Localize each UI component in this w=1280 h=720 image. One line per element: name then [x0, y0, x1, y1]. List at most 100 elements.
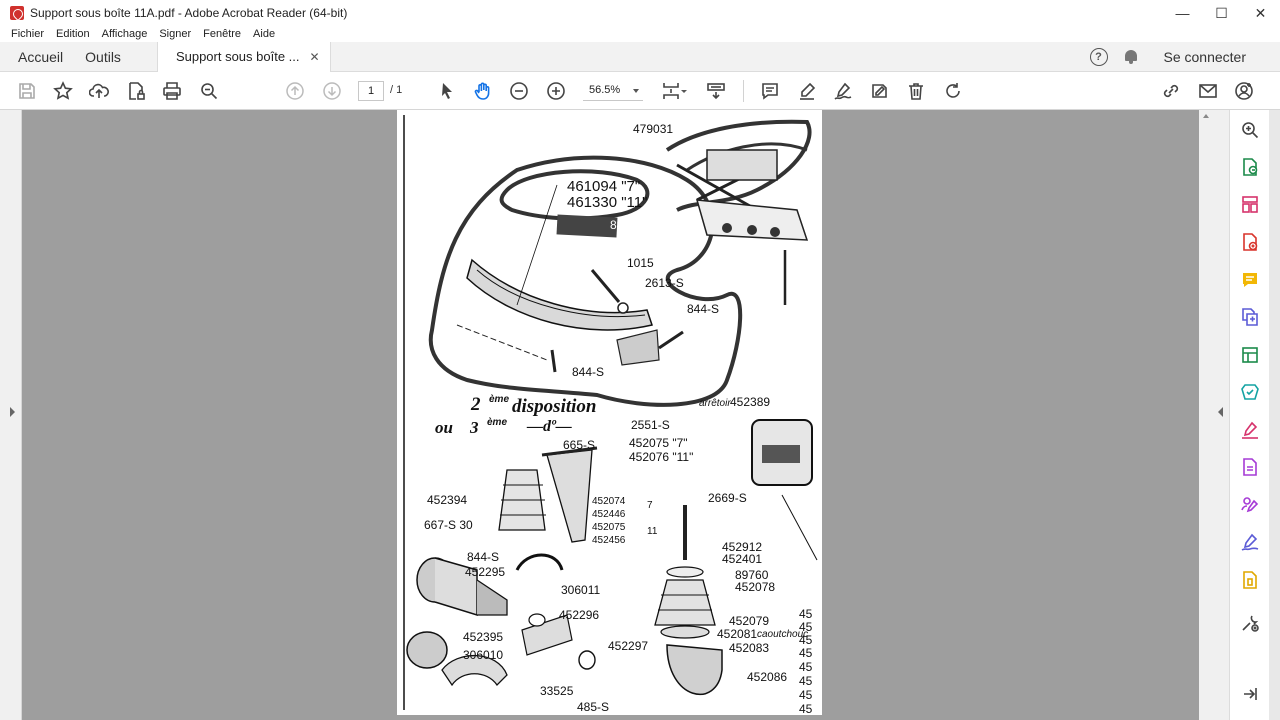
part-label: 452078 — [735, 580, 776, 594]
part-label: 45 — [799, 633, 813, 647]
tools-sidebar — [1229, 110, 1269, 720]
sign-pen-icon[interactable] — [1239, 531, 1261, 553]
page-up-icon[interactable] — [284, 80, 306, 102]
combine-files-icon[interactable] — [1239, 306, 1261, 328]
part-label: 45 — [799, 674, 813, 688]
toolbar: 1 / 1 56.5% — [0, 72, 1280, 110]
disposition-ou: ou — [435, 418, 453, 437]
zoom-in-icon[interactable] — [545, 80, 567, 102]
edit-pdf-icon[interactable] — [1239, 344, 1261, 366]
minimize-button[interactable]: — — [1163, 0, 1202, 26]
part-label: 461094 "7" — [567, 178, 641, 195]
page-down-icon[interactable] — [321, 80, 343, 102]
collapse-right-panel-icon — [1218, 407, 1223, 417]
part-label: 45 — [799, 688, 813, 702]
menu-fichier[interactable]: Fichier — [11, 28, 44, 40]
tab-tools[interactable]: Outils — [85, 49, 121, 65]
part-label: 452081 — [717, 627, 758, 641]
disposition-ditto: —dº— — [527, 418, 572, 435]
compress-icon[interactable] — [1239, 569, 1261, 591]
disposition-superscript: ème — [487, 417, 508, 428]
menu-fenetre[interactable]: Fenêtre — [203, 28, 241, 40]
print-icon[interactable] — [161, 80, 183, 102]
request-sign-icon[interactable] — [1239, 494, 1261, 516]
zoom-level-value: 56.5% — [589, 84, 621, 96]
add-user-icon[interactable] — [1233, 80, 1255, 102]
fill-sign-icon[interactable] — [869, 80, 891, 102]
part-label: 452086 — [747, 670, 788, 684]
help-icon[interactable]: ? — [1089, 48, 1108, 66]
tools-icon[interactable] — [1239, 612, 1261, 634]
part-label: 33525 — [540, 684, 574, 698]
email-icon[interactable] — [1197, 80, 1219, 102]
part-label: 7 — [647, 500, 653, 511]
part-label: 1015 — [627, 256, 654, 270]
collapse-icon[interactable] — [1239, 683, 1261, 705]
part-label: 452456 — [592, 535, 626, 546]
close-tab-icon[interactable]: ✕ — [310, 50, 320, 64]
background-window-scrollbar — [1269, 110, 1280, 720]
scroll-mode-icon[interactable] — [705, 80, 727, 102]
page-number-input[interactable]: 1 — [358, 81, 384, 101]
signin-button[interactable]: Se connecter — [1164, 49, 1247, 65]
part-label: 88850 — [610, 218, 644, 232]
menu-affichage[interactable]: Affichage — [102, 28, 148, 40]
delete-icon[interactable] — [905, 80, 927, 102]
hand-icon[interactable] — [472, 80, 494, 102]
window-title: Support sous boîte 11A.pdf - Adobe Acrob… — [30, 6, 348, 20]
part-label: 452083 — [729, 641, 770, 655]
notification-bell-icon[interactable] — [1124, 49, 1138, 65]
zoom-search-icon[interactable] — [198, 80, 220, 102]
scan-icon[interactable] — [1239, 381, 1261, 403]
upload-icon[interactable] — [88, 80, 110, 102]
export-pdf-icon[interactable] — [1239, 156, 1261, 178]
select-arrow-icon[interactable] — [436, 80, 458, 102]
part-label: 452389 — [730, 395, 771, 409]
vertical-scrollbar[interactable] — [1199, 110, 1213, 720]
title-bar: Support sous boîte 11A.pdf - Adobe Acrob… — [0, 0, 1280, 26]
part-label: 11 — [647, 526, 658, 537]
part-label: 45 — [799, 620, 813, 634]
part-label: 45 — [799, 607, 813, 621]
part-label: 479031 — [633, 122, 674, 136]
star-icon[interactable] — [52, 80, 74, 102]
save-icon[interactable] — [16, 80, 38, 102]
scroll-up-icon[interactable] — [1203, 114, 1209, 118]
menu-bar: Fichier Edition Affichage Signer Fenêtre… — [0, 26, 1280, 42]
comment-icon[interactable] — [759, 80, 781, 102]
close-window-button[interactable]: ✕ — [1241, 0, 1280, 26]
part-label: 306010 — [463, 648, 504, 662]
search-zoom-icon[interactable] — [1239, 119, 1261, 141]
fit-page-dropdown-icon[interactable] — [678, 80, 690, 102]
left-panel-toggle[interactable] — [0, 110, 22, 720]
tab-document[interactable]: Support sous boîte ... ✕ — [156, 41, 331, 72]
lock-file-icon[interactable] — [125, 80, 147, 102]
part-label: 844-S — [467, 550, 500, 564]
menu-signer[interactable]: Signer — [159, 28, 191, 40]
menu-aide[interactable]: Aide — [253, 28, 275, 40]
part-label: 45 — [799, 660, 813, 674]
menu-edition[interactable]: Edition — [56, 28, 90, 40]
organize-pages-icon[interactable] — [1239, 194, 1261, 216]
comment-icon[interactable] — [1239, 269, 1261, 291]
create-pdf-icon[interactable] — [1239, 231, 1261, 253]
maximize-button[interactable]: ☐ — [1202, 0, 1241, 26]
part-label: 452076 "11" — [629, 450, 694, 464]
disposition-number-3: 3 — [470, 418, 479, 437]
rotate-icon[interactable] — [942, 80, 964, 102]
sign-icon[interactable] — [832, 80, 854, 102]
part-label: arrêtoir — [699, 398, 731, 409]
pdf-file-icon[interactable] — [1239, 456, 1261, 478]
part-label: 452395 — [463, 630, 504, 644]
right-panel-toggle[interactable] — [1213, 110, 1229, 720]
tab-home[interactable]: Accueil — [18, 49, 63, 65]
share-link-icon[interactable] — [1160, 80, 1182, 102]
window-controls: — ☐ ✕ — [1163, 0, 1280, 26]
zoom-out-icon[interactable] — [508, 80, 530, 102]
zoom-level-select[interactable]: 56.5% — [583, 81, 643, 101]
highlight-pen-icon[interactable] — [796, 80, 818, 102]
part-label: 665-S — [563, 438, 596, 452]
part-label: 485-S — [577, 700, 610, 714]
disposition-number-2: 2 — [471, 394, 481, 415]
fill-sign-icon[interactable] — [1239, 419, 1261, 441]
